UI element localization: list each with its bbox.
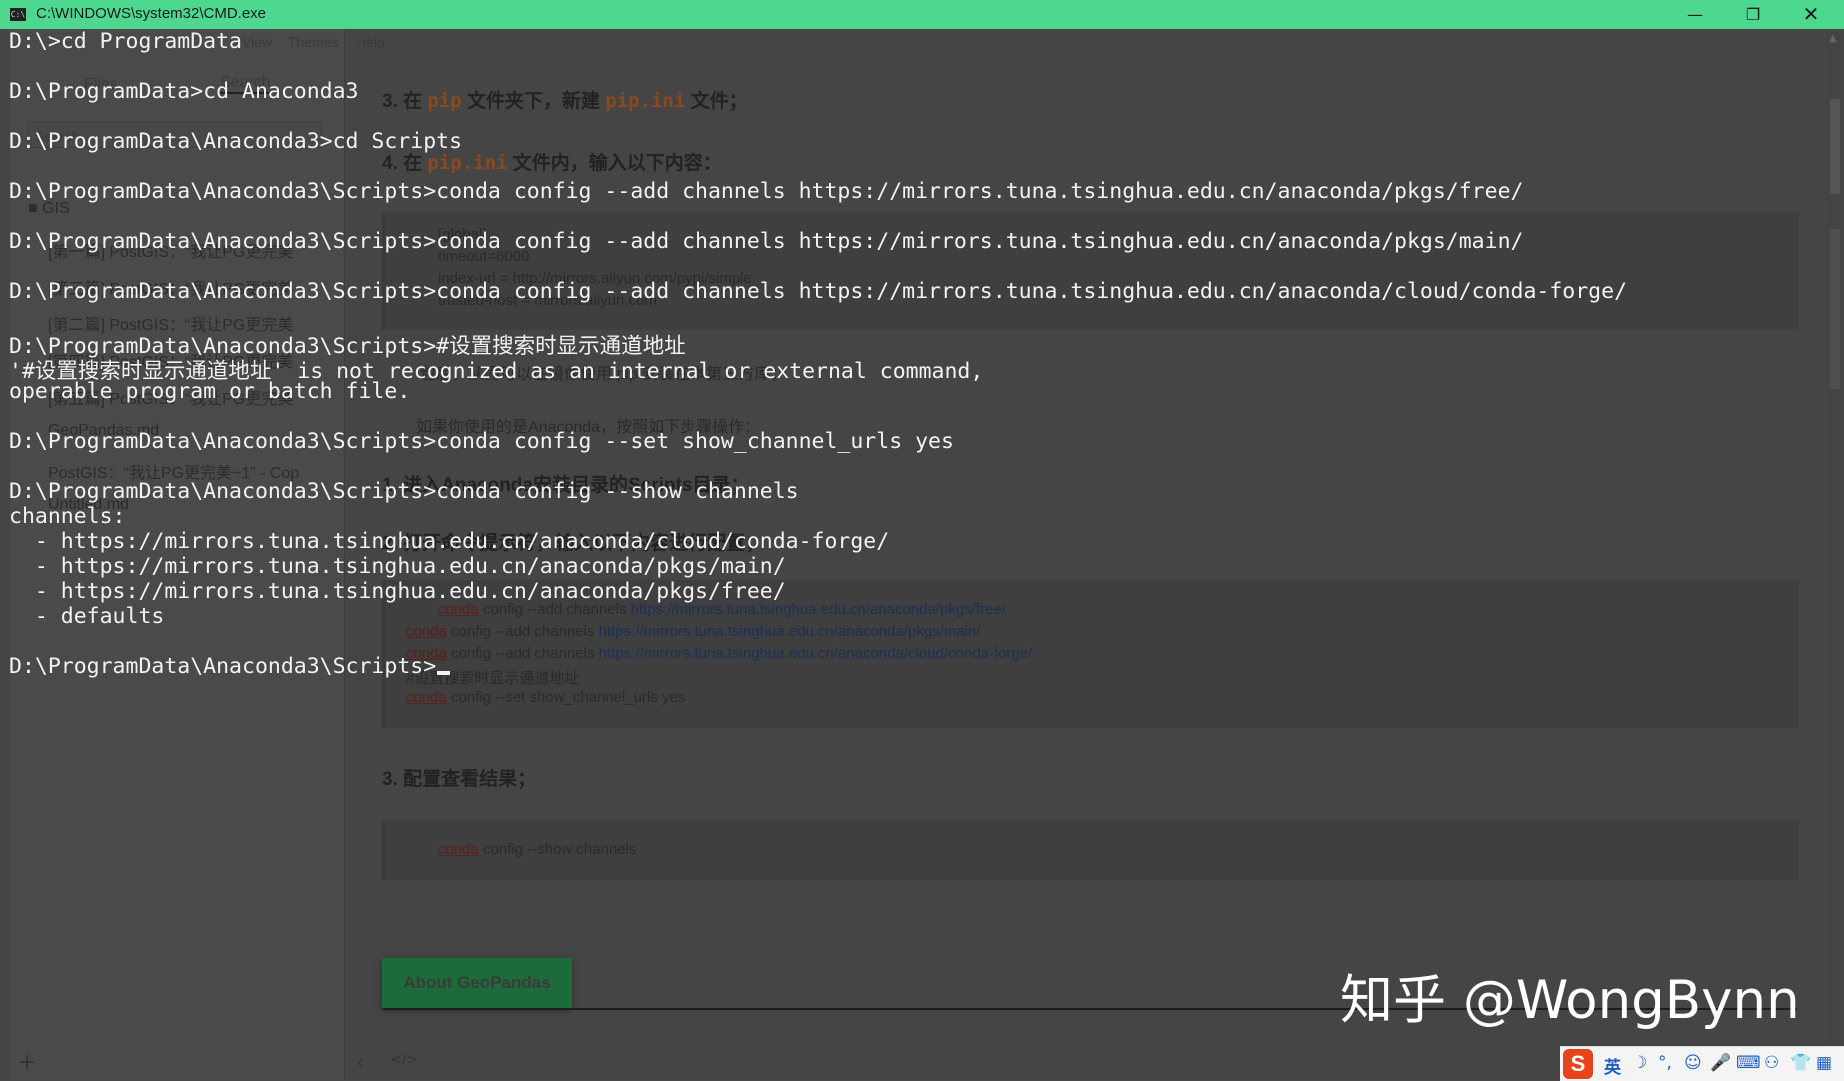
console-channel-line: - https://mirrors.tuna.tsinghua.edu.cn/a… [9,554,786,579]
punctuation-icon[interactable]: °, [1658,1053,1672,1073]
keyboard-icon[interactable]: ⌨ [1736,1053,1761,1073]
console-channel-line: - https://mirrors.tuna.tsinghua.edu.cn/a… [9,529,890,554]
console-error-line: operable program or batch file. [9,379,411,404]
moon-icon[interactable]: ☽ [1632,1053,1647,1073]
window-title-bar[interactable]: C:\ C:\WINDOWS\system32\CMD.exe — ❐ ✕ [0,0,1844,29]
console-line: D:\ProgramData\Anaconda3\Scripts>conda c… [9,479,799,504]
minimize-button[interactable]: — [1666,0,1724,29]
console-line: D:\ProgramData\Anaconda3\Scripts>conda c… [9,429,954,454]
restore-button[interactable]: ❐ [1724,0,1782,29]
console-line: D:\ProgramData\Anaconda3>cd Scripts [9,129,463,154]
zhihu-watermark: 知乎 @WongBynn [1340,970,1800,1031]
microphone-icon[interactable]: 🎤 [1710,1053,1731,1073]
scrollbar-thumb[interactable] [1830,99,1840,194]
window-title: C:\WINDOWS\system32\CMD.exe [36,5,267,22]
scroll-up-icon[interactable]: ▲ [1829,33,1837,44]
sogou-logo-icon[interactable]: S [1563,1049,1593,1079]
ime-toolbar[interactable]: S 英 ☽ °, ☺ 🎤 ⌨ ⚇ 👕 ▦ [1560,1046,1844,1081]
console-line: channels: [9,504,126,529]
console-line: D:\ProgramData>cd Anaconda3 [9,79,359,104]
console-channel-line: - defaults [9,604,165,629]
cmd-app-icon: C:\ [10,8,26,21]
user-icon[interactable]: ⚇ [1764,1053,1779,1073]
ime-language-toggle[interactable]: 英 [1604,1053,1621,1078]
vertical-scrollbar[interactable]: ▲ [1826,29,1844,1080]
text-cursor [437,671,451,675]
console-line: D:\ProgramData\Anaconda3\Scripts>conda c… [9,279,1628,304]
emoji-icon[interactable]: ☺ [1684,1053,1702,1073]
console-prompt-line[interactable]: D:\ProgramData\Anaconda3\Scripts> [9,654,451,679]
console-channel-line: - https://mirrors.tuna.tsinghua.edu.cn/a… [9,579,786,604]
console-line: D:\ProgramData\Anaconda3\Scripts>conda c… [9,179,1524,204]
console-line: D:\ProgramData\Anaconda3\Scripts>conda c… [9,229,1524,254]
close-button[interactable]: ✕ [1782,0,1840,29]
console-line: D:\>cd ProgramData [9,29,242,54]
skin-icon[interactable]: 👕 [1790,1053,1811,1073]
console-output[interactable]: D:\>cd ProgramData D:\ProgramData>cd Ana… [9,29,1824,1080]
toolbox-icon[interactable]: ▦ [1816,1053,1832,1073]
console-prompt: D:\ProgramData\Anaconda3\Scripts> [9,654,437,679]
scrollbar-track-highlight [1830,229,1840,389]
